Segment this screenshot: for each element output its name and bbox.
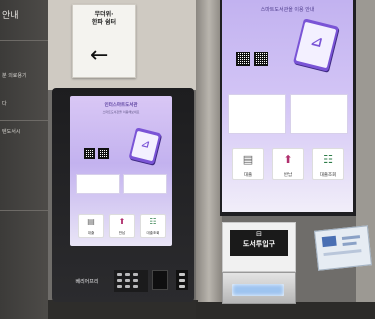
qr-code-icon [84,148,95,159]
left-wall-title: 안내 [2,11,19,21]
screen-title: 인터스마트도서관 [104,103,138,108]
book-card[interactable] [123,174,167,194]
loan-button[interactable]: ▤ 대출 [232,148,264,180]
book-card[interactable] [290,94,348,134]
book-rack-icon: ▤ [87,217,95,226]
qr-code-icon [254,52,268,66]
qr-code-icon [236,52,250,66]
book-card[interactable] [76,174,120,194]
book-drop-icon: ⊟ [256,230,262,238]
left-wall: 안내 분 의료용기 다 텐도서시 [0,0,48,319]
slot-opening[interactable] [232,284,284,296]
return-button[interactable]: ⬆ 반납 [272,148,304,180]
loan-status-button[interactable]: ☷ 대출조회 [140,214,166,238]
return-arrow-icon: ⬆ [283,153,293,166]
screen-subtitle: 스마트도서관을 이용해보세요 [102,110,140,114]
left-arrow-icon: ← [90,43,109,68]
phone-icon: ⊿ [292,18,340,72]
return-arrow-icon: ⬆ [118,217,126,226]
left-wall-text: 다 [2,101,7,107]
screen-title: 스마트도서관을 이용 안내 [260,7,315,13]
pillar [196,0,222,319]
list-icon: ☷ [149,217,157,226]
book-rack-icon: ▤ [242,153,254,166]
return-slot-sign: ⊟ 도서투입구 [230,230,288,256]
book-icon: ⊿ [309,32,325,52]
qr-code-icon [98,148,109,159]
card-reader[interactable] [152,270,168,290]
book-icon: ⊿ [139,138,151,151]
list-icon: ☷ [323,153,333,166]
sign-title: 무더위· 한파 쉼터 [91,11,117,26]
direction-sign: 무더위· 한파 쉼터 ← [72,4,136,78]
left-wall-text: 분 의료용기 [2,73,27,79]
small-kiosk-screen[interactable]: 인터스마트도서관 스마트도서관을 이용해보세요 ⊿ ▤ 대출 ⬆ 반납 ☷ 대출… [70,96,172,246]
hand-held-card [314,225,372,271]
loan-button[interactable]: ▤ 대출 [78,214,104,238]
right-wall [356,0,375,319]
floor-shadow [196,302,375,319]
keypad[interactable] [114,270,148,292]
kiosk-brand-label: 베리어프리 [75,279,99,285]
phone-icon: ⊿ [128,127,162,165]
book-card[interactable] [228,94,286,134]
floor-shadow [48,300,198,319]
left-wall-text: 텐도서시 [2,129,21,135]
large-kiosk-screen[interactable]: 스마트도서관을 이용 안내 ⊿ ▤ 대출 ⬆ 반납 ☷ 대출조회 [222,0,353,212]
return-slot-label: 도서투입구 [242,240,276,248]
loan-status-button[interactable]: ☷ 대출조회 [312,148,344,180]
sensor-panel [176,270,188,290]
return-button[interactable]: ⬆ 반납 [109,214,135,238]
